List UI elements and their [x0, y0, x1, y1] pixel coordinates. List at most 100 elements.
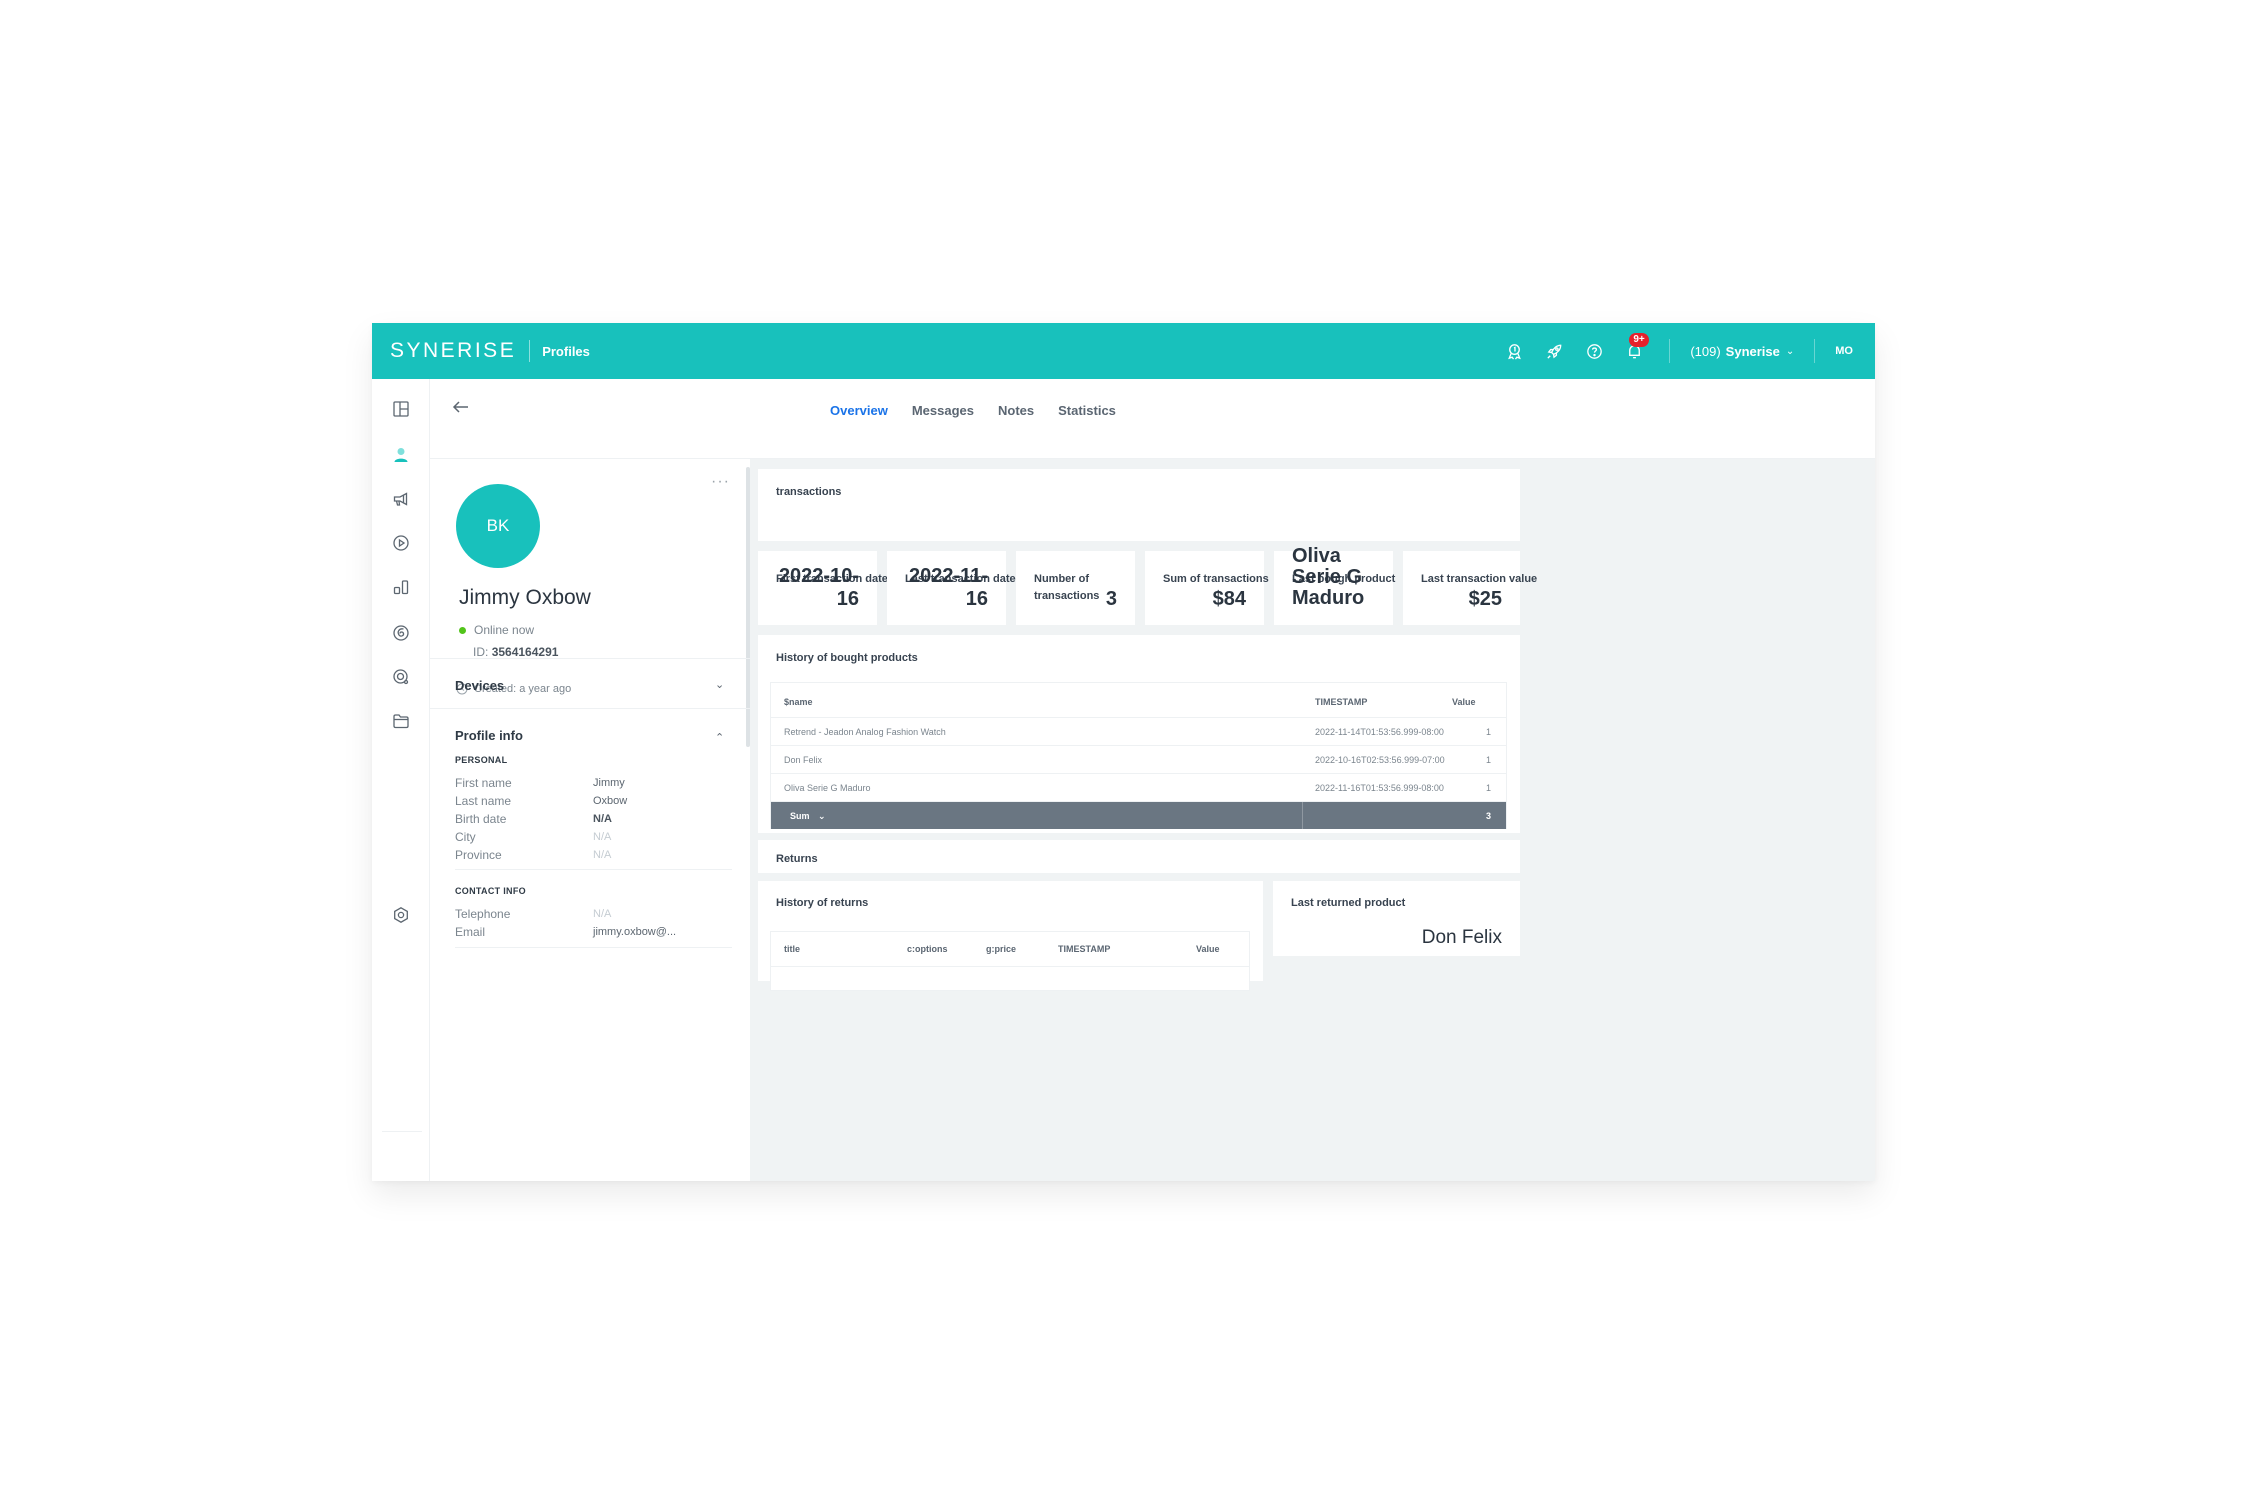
returns-table: title c:options g:price TIMESTAMP Value: [770, 931, 1250, 991]
column-header-value[interactable]: Value: [1196, 944, 1220, 954]
stat-card-first-transaction-date: First transaction date 2022-10-16: [758, 551, 888, 625]
column-header-value[interactable]: Value: [1452, 697, 1476, 707]
last-returned-title: Last returned product: [1291, 897, 1406, 909]
stat-value: 3: [1105, 588, 1117, 610]
avatar: BK: [456, 484, 540, 568]
history-of-returns-card: History of returns title c:options g:pri…: [758, 881, 1263, 991]
chevron-down-icon: ⌄: [1785, 345, 1795, 357]
profile-name: Jimmy Oxbow: [459, 586, 591, 609]
topbar-divider: [1814, 339, 1816, 363]
app-window: synerise Profiles 9+ (109) Synerise ⌄: [372, 323, 1875, 1181]
app-name: Profiles: [542, 343, 590, 359]
tab-messages[interactable]: Messages: [912, 403, 974, 418]
last-returned-product-card: Last returned product Don Felix: [1273, 881, 1520, 956]
field-value-province: N/A: [593, 849, 612, 861]
field-value-email: jimmy.oxbow@...: [593, 926, 677, 938]
profile-id-value: 3564164291: [491, 645, 559, 659]
table-row[interactable]: Retrend - Jeadon Analog Fashion Watch 20…: [771, 718, 1506, 746]
last-returned-value: Don Felix: [1421, 927, 1502, 948]
campaigns-icon[interactable]: [391, 489, 411, 509]
cell-value: 1: [1485, 783, 1491, 793]
cell-value: 1: [1485, 727, 1491, 737]
aggregation-select[interactable]: Sum ⌄: [790, 811, 826, 822]
help-icon[interactable]: [1583, 340, 1605, 362]
rocket-icon[interactable]: [1543, 340, 1565, 362]
online-status-text: Online now: [474, 623, 535, 637]
logo-divider: [529, 340, 531, 362]
divider: [430, 658, 750, 659]
stat-title: Last transaction value: [1421, 573, 1538, 585]
profile-tabs: Overview Messages Notes Statistics: [830, 403, 1140, 418]
column-header-options[interactable]: c:options: [907, 944, 948, 954]
chevron-down-icon[interactable]: ⌄: [715, 678, 724, 691]
tab-overview[interactable]: Overview: [830, 403, 888, 418]
column-header-title[interactable]: title: [784, 944, 800, 954]
back-arrow-icon[interactable]: [450, 397, 472, 417]
online-status: Online now: [459, 623, 534, 637]
dashboard-icon[interactable]: [391, 399, 411, 419]
synerise-logo[interactable]: synerise: [390, 339, 516, 363]
table-row[interactable]: Don Felix 2022-10-16T02:53:56.999-07:00 …: [771, 746, 1506, 774]
stat-card-last-transaction-date: Last transaction date 2022-11-16: [887, 551, 1016, 625]
tab-notes[interactable]: Notes: [998, 403, 1034, 418]
nav-rail: [372, 379, 430, 1181]
field-label: Email: [455, 925, 486, 939]
column-header-name[interactable]: $name: [784, 697, 813, 707]
stat-value: $25: [1468, 588, 1502, 610]
notifications-icon[interactable]: 9+: [1623, 333, 1649, 362]
cell-timestamp: 2022-11-16T01:53:56.999-08:00: [1315, 783, 1444, 793]
notification-badge: 9+: [1629, 333, 1649, 347]
field-value-first-name: Jimmy: [593, 777, 625, 789]
cell-timestamp: 2022-11-14T01:53:56.999-08:00: [1315, 727, 1444, 737]
user-menu[interactable]: MO: [1835, 345, 1853, 357]
column-header-timestamp[interactable]: TIMESTAMP: [1058, 944, 1110, 954]
field-value-birth-date: N/A: [593, 813, 612, 825]
sum-value: 3: [1485, 811, 1491, 821]
cell-name: Oliva Serie G Maduro: [784, 783, 871, 793]
field-label: Telephone: [455, 907, 511, 921]
profiles-icon[interactable]: [391, 445, 411, 465]
stat-title: Number of transactions: [1034, 573, 1100, 602]
personal-group-label: PERSONAL: [455, 755, 508, 765]
table-header-row: title c:options g:price TIMESTAMP Value: [771, 932, 1249, 967]
profile-panel: BK ··· Jimmy Oxbow Online now ID: 356416…: [430, 459, 750, 1181]
field-value-city: N/A: [593, 831, 612, 843]
divider: [430, 708, 750, 709]
contact-group-label: CONTACT INFO: [455, 886, 526, 896]
settings-icon[interactable]: [391, 905, 411, 925]
automation-icon[interactable]: [391, 533, 411, 553]
achievements-icon[interactable]: [1503, 340, 1525, 362]
history-title: History of bought products: [776, 652, 918, 664]
divider: [455, 869, 732, 870]
stat-card-last-bought-product: Last bough product Oliva Serie G Maduro: [1274, 546, 1395, 625]
aggregation-label: Sum: [790, 811, 810, 821]
column-header-timestamp[interactable]: TIMESTAMP: [1315, 697, 1367, 707]
cell-name: Retrend - Jeadon Analog Fashion Watch: [784, 727, 946, 737]
devices-section-toggle[interactable]: Devices: [455, 678, 504, 693]
more-options-icon[interactable]: ···: [711, 473, 730, 491]
profile-id-label: ID:: [473, 645, 489, 659]
chevron-up-icon[interactable]: ⌃: [715, 731, 724, 744]
top-bar: synerise Profiles 9+ (109) Synerise ⌄: [372, 323, 1875, 379]
analytics-icon[interactable]: [391, 577, 411, 597]
online-dot-icon: [459, 626, 466, 634]
workspace-switcher[interactable]: (109) Synerise ⌄: [1690, 344, 1794, 359]
data-search-icon[interactable]: [391, 667, 411, 687]
field-label: Province: [455, 848, 502, 862]
profile-id: ID: 3564164291: [473, 645, 558, 659]
workspace-count: (109): [1690, 343, 1721, 359]
field-label: City: [455, 830, 476, 844]
column-header-price[interactable]: g:price: [986, 944, 1016, 954]
assets-folder-icon[interactable]: [391, 711, 411, 731]
table-row[interactable]: Oliva Serie G Maduro 2022-11-16T01:53:56…: [771, 774, 1506, 802]
tab-statistics[interactable]: Statistics: [1058, 403, 1116, 418]
cell-value: 1: [1485, 755, 1491, 765]
profile-info-section-toggle[interactable]: Profile info: [455, 728, 523, 743]
cell-name: Don Felix: [784, 755, 823, 765]
stat-title: Sum of transactions: [1163, 573, 1269, 585]
divider: [455, 947, 732, 948]
returns-title: Returns: [776, 853, 818, 865]
ai-icon[interactable]: [391, 623, 411, 643]
field-label: Birth date: [455, 812, 507, 826]
field-label: First name: [455, 776, 512, 790]
